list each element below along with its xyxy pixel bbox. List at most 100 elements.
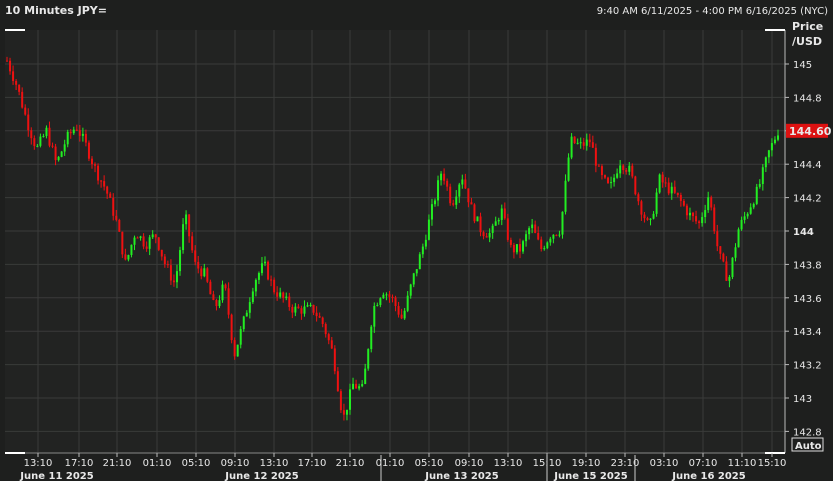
- candle-body: [740, 219, 743, 230]
- candle-body: [722, 253, 725, 262]
- candle-body: [276, 292, 279, 297]
- candle-body: [773, 139, 776, 144]
- candle-body: [248, 302, 251, 313]
- candle-body: [361, 384, 364, 387]
- candle-body: [30, 130, 33, 139]
- candle-body: [646, 218, 649, 220]
- candle-body: [206, 268, 209, 282]
- y-tick-label: 143: [793, 394, 812, 405]
- candle-body: [169, 265, 172, 281]
- candle-body: [130, 244, 133, 256]
- candle-body: [403, 310, 406, 319]
- candle-body: [157, 237, 160, 250]
- candle-body: [622, 165, 625, 171]
- candle-body: [731, 257, 734, 277]
- candle-body: [576, 142, 579, 144]
- candle-body: [427, 219, 430, 240]
- candle-body: [713, 207, 716, 232]
- candle-body: [567, 157, 570, 181]
- candle-body: [191, 236, 194, 251]
- candle-body: [315, 312, 318, 317]
- price-axis[interactable]: 145 144.8 144.4 144.2 144 143.8 143.6 143.4 143.…: [785, 60, 822, 438]
- candle-body: [87, 142, 90, 159]
- candle-body: [373, 305, 376, 327]
- candle-body: [100, 180, 103, 182]
- candle-body: [270, 279, 273, 281]
- auto-label: Auto: [795, 441, 822, 452]
- candle-body: [303, 306, 306, 314]
- candle-body: [257, 273, 260, 280]
- candle-body: [734, 247, 737, 258]
- candle-body: [719, 246, 722, 254]
- candle-body: [9, 60, 12, 72]
- candle-body: [39, 136, 42, 146]
- candle-body: [106, 186, 109, 194]
- candle-body: [543, 248, 546, 250]
- candle-body: [218, 300, 221, 307]
- candle-body: [418, 254, 421, 270]
- candle-body: [24, 107, 27, 115]
- candle-body: [746, 213, 749, 217]
- candle-body: [279, 292, 282, 297]
- candle-body: [379, 298, 382, 305]
- candle-body: [443, 173, 446, 181]
- candle-body: [552, 234, 555, 239]
- candle-body: [758, 184, 761, 187]
- candle-body: [421, 246, 424, 255]
- candle-body: [619, 165, 622, 174]
- candle-body: [72, 129, 75, 134]
- last-price: 144.60: [789, 125, 832, 138]
- candle-body: [491, 225, 494, 234]
- candle-body: [764, 157, 767, 168]
- candle-body: [330, 340, 333, 349]
- candle-body: [537, 232, 540, 240]
- candle-body: [461, 179, 464, 185]
- candle-body: [506, 218, 509, 240]
- day-label: June 15 2025: [553, 471, 627, 481]
- candle-body: [321, 317, 324, 325]
- candle-body: [749, 207, 752, 214]
- candle-body: [437, 180, 440, 201]
- x-tick-label: 17:10: [298, 458, 327, 469]
- y-tick-label: 143.2: [793, 361, 822, 372]
- time-axis[interactable]: 13:10 17:10 21:10 01:10 05:10 09:10 13:10 17:10…: [19, 453, 786, 481]
- x-tick-label: 01:10: [376, 458, 405, 469]
- candle-body: [685, 205, 688, 216]
- candle-body: [555, 234, 558, 236]
- candle-body: [655, 192, 658, 214]
- candle-body: [579, 142, 582, 144]
- candle-body: [60, 151, 63, 157]
- candle-body: [133, 237, 136, 245]
- x-tick-label: 17:10: [65, 458, 94, 469]
- candle-body: [588, 139, 591, 143]
- y-tick-label: 142.8: [793, 427, 822, 438]
- x-tick-label: 09:10: [455, 458, 484, 469]
- candle-body: [458, 184, 461, 197]
- chart-title: 10 Minutes JPY=: [5, 4, 107, 17]
- candle-body: [634, 176, 637, 195]
- price-chart: 10 Minutes JPY= 9:40 AM 6/11/2025 - 4:00…: [5, 4, 832, 481]
- candle-body: [446, 180, 449, 187]
- candle-body: [312, 304, 315, 313]
- auto-scale-button[interactable]: Auto: [791, 437, 824, 452]
- candle-body: [300, 308, 303, 314]
- candle-body: [424, 239, 427, 247]
- candle-body: [767, 150, 770, 158]
- candle-body: [382, 294, 385, 299]
- price-axis-unit: /USD: [792, 35, 822, 48]
- candle-body: [197, 261, 200, 269]
- candle-body: [676, 192, 679, 195]
- candle-body: [97, 165, 100, 181]
- x-tick-label: 01:10: [143, 458, 172, 469]
- candle-body: [203, 268, 206, 277]
- candle-body: [528, 228, 531, 235]
- candle-body: [51, 145, 54, 147]
- y-tick-label: 144.8: [793, 93, 822, 104]
- candle-body: [12, 71, 15, 81]
- candle-body: [242, 316, 245, 330]
- candle-body: [94, 164, 97, 166]
- candle-body: [236, 344, 239, 357]
- candle-body: [710, 197, 713, 208]
- candle-body: [433, 200, 436, 205]
- candle-body: [415, 269, 418, 274]
